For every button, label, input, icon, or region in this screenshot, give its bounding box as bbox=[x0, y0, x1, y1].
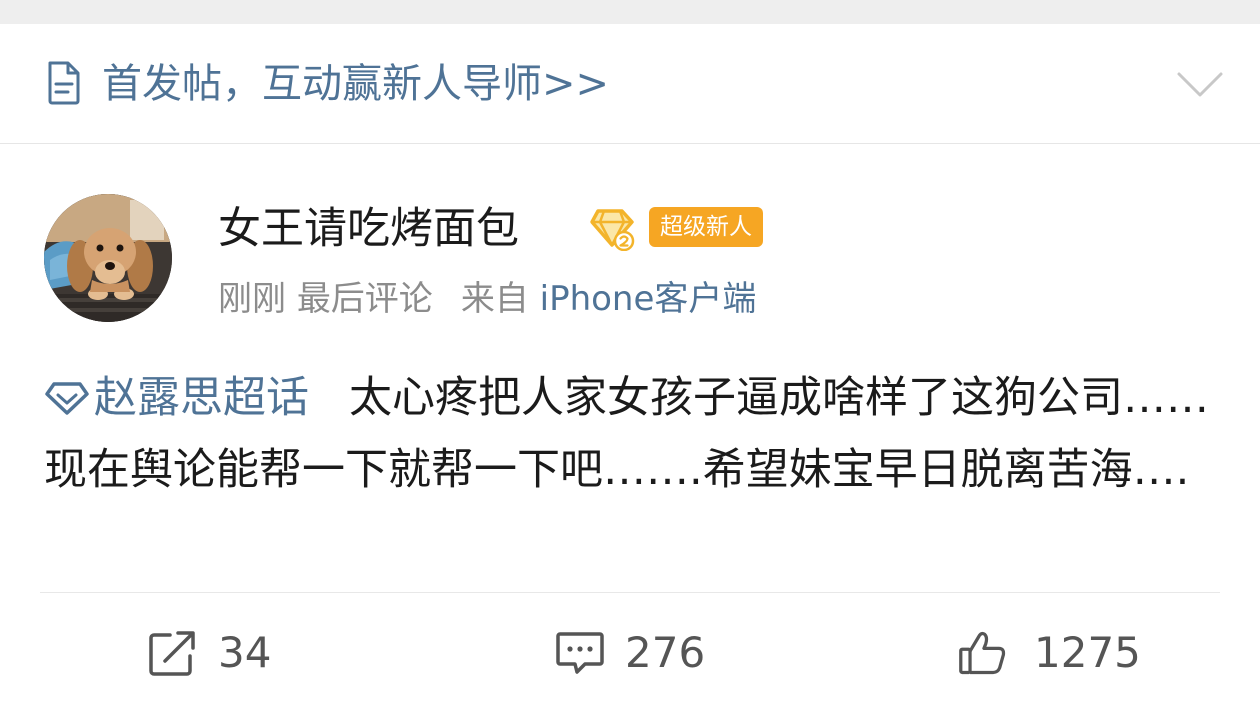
last-comment-label: 最后评论 bbox=[296, 279, 433, 319]
document-icon bbox=[48, 61, 80, 105]
supertopic-link[interactable]: 赵露思超话 bbox=[44, 373, 309, 423]
author-name[interactable]: 女王请吃烤面包 bbox=[218, 203, 519, 255]
post-card: 女王请吃烤面包 超级新人 刚刚 最后评论 来自 iPhone客户端 赵露思超话 太心… bbox=[0, 145, 1260, 702]
divider bbox=[40, 592, 1220, 593]
repost-count: 34 bbox=[218, 628, 272, 677]
client-source-link[interactable]: iPhone客户端 bbox=[540, 279, 757, 319]
super-newbie-badge[interactable]: 超级新人 bbox=[649, 207, 763, 247]
like-count: 1275 bbox=[1034, 628, 1141, 677]
supertopic-diamond-icon bbox=[45, 382, 89, 415]
source-prefix: 来自 bbox=[460, 279, 529, 319]
avatar-puppy-image bbox=[44, 194, 172, 322]
thumbs-up-icon bbox=[959, 631, 1006, 675]
comment-count: 276 bbox=[625, 628, 706, 677]
chevron-down-icon[interactable] bbox=[1176, 70, 1224, 100]
supertopic-label[interactable]: 赵露思超话 bbox=[94, 373, 309, 423]
vip-diamond-level-2-icon[interactable] bbox=[588, 207, 636, 251]
post-content[interactable]: 赵露思超话 太心疼把人家女孩子逼成啥样了这狗公司……现在舆论能帮一下就帮一下吧……… bbox=[44, 362, 1224, 506]
post-meta: 刚刚 最后评论 来自 iPhone客户端 bbox=[218, 277, 756, 321]
new-post-notice-bar[interactable]: 首发帖，互动赢新人导师>> bbox=[0, 24, 1260, 144]
post-time: 刚刚 bbox=[218, 279, 286, 319]
comment-icon bbox=[556, 632, 604, 674]
notice-text[interactable]: 首发帖，互动赢新人导师>> bbox=[102, 60, 609, 108]
repost-button[interactable]: 34 bbox=[148, 625, 328, 681]
avatar[interactable] bbox=[44, 194, 172, 322]
repost-icon bbox=[149, 631, 195, 676]
comment-button[interactable]: 276 bbox=[555, 625, 755, 681]
top-spacer bbox=[0, 0, 1260, 24]
like-button[interactable]: 1275 bbox=[958, 625, 1188, 681]
